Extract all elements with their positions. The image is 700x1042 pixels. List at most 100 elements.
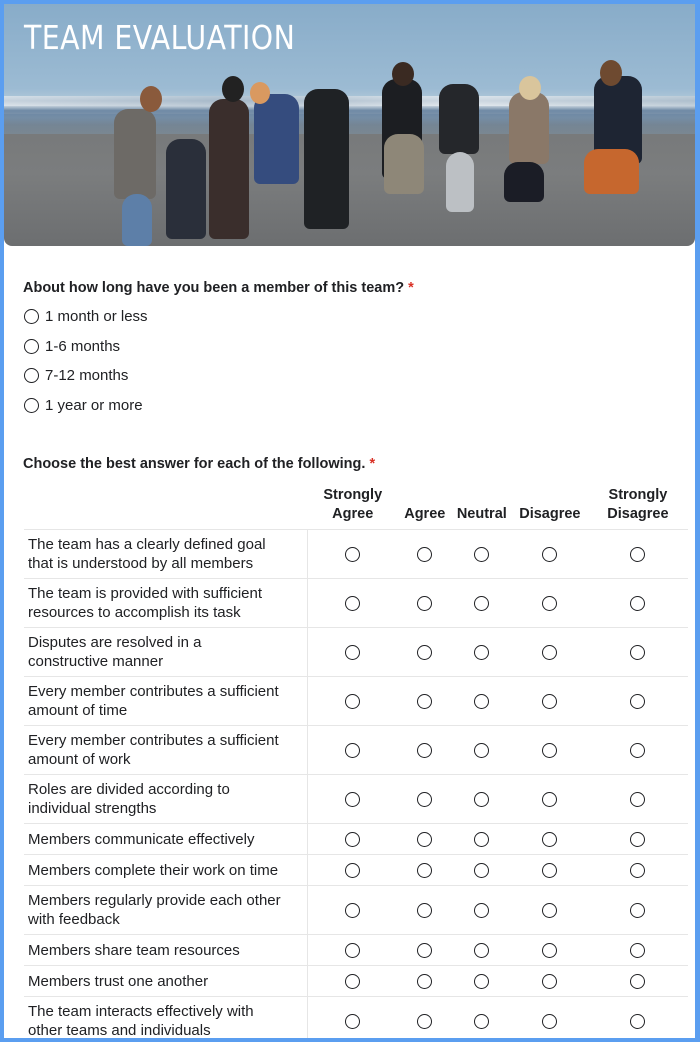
grid-cell[interactable] [451, 965, 512, 997]
grid-cell[interactable] [307, 578, 398, 628]
grid-cell[interactable] [587, 965, 688, 997]
radio-button[interactable] [630, 547, 646, 563]
grid-cell[interactable] [511, 965, 588, 997]
radio-button[interactable] [474, 694, 490, 710]
grid-cell[interactable] [511, 823, 588, 855]
radio-button[interactable] [630, 694, 646, 710]
grid-cell[interactable] [307, 676, 398, 726]
grid-cell[interactable] [587, 823, 688, 855]
radio-button[interactable] [417, 943, 433, 959]
grid-cell[interactable] [307, 725, 398, 775]
radio-button[interactable] [417, 694, 433, 710]
grid-cell[interactable] [397, 529, 452, 579]
option-7-12-months[interactable]: 7-12 months [23, 361, 414, 391]
radio-button[interactable] [417, 547, 433, 563]
radio-button[interactable] [345, 832, 361, 848]
radio-button[interactable] [542, 547, 558, 563]
radio-button[interactable] [417, 792, 433, 808]
grid-cell[interactable] [511, 996, 588, 1038]
grid-cell[interactable] [511, 934, 588, 966]
grid-cell[interactable] [587, 529, 688, 579]
radio-button[interactable] [417, 596, 433, 612]
radio-button[interactable] [474, 1014, 490, 1030]
grid-cell[interactable] [511, 854, 588, 886]
radio-button[interactable] [474, 645, 490, 661]
radio-button[interactable] [345, 1014, 361, 1030]
radio-button[interactable] [417, 743, 433, 759]
grid-cell[interactable] [511, 627, 588, 677]
radio-button[interactable] [542, 863, 558, 879]
radio-button[interactable] [345, 943, 361, 959]
radio-button[interactable] [474, 903, 490, 919]
grid-cell[interactable] [451, 578, 512, 628]
radio-button[interactable] [630, 832, 646, 848]
grid-cell[interactable] [397, 627, 452, 677]
grid-cell[interactable] [397, 934, 452, 966]
radio-button[interactable] [417, 832, 433, 848]
radio-button[interactable] [24, 338, 39, 354]
radio-button[interactable] [417, 1014, 433, 1030]
grid-cell[interactable] [511, 676, 588, 726]
radio-button[interactable] [345, 863, 361, 879]
radio-button[interactable] [345, 596, 361, 612]
radio-button[interactable] [474, 743, 490, 759]
radio-button[interactable] [630, 1014, 646, 1030]
radio-button[interactable] [542, 1014, 558, 1030]
radio-button[interactable] [474, 832, 490, 848]
grid-cell[interactable] [451, 627, 512, 677]
radio-button[interactable] [474, 974, 490, 990]
grid-cell[interactable] [307, 529, 398, 579]
radio-button[interactable] [630, 903, 646, 919]
grid-cell[interactable] [307, 965, 398, 997]
radio-button[interactable] [542, 974, 558, 990]
grid-cell[interactable] [587, 578, 688, 628]
grid-cell[interactable] [587, 934, 688, 966]
grid-cell[interactable] [451, 823, 512, 855]
grid-cell[interactable] [587, 725, 688, 775]
grid-cell[interactable] [587, 627, 688, 677]
grid-cell[interactable] [451, 996, 512, 1038]
radio-button[interactable] [542, 596, 558, 612]
radio-button[interactable] [345, 743, 361, 759]
radio-button[interactable] [630, 863, 646, 879]
radio-button[interactable] [417, 863, 433, 879]
grid-cell[interactable] [587, 854, 688, 886]
radio-button[interactable] [345, 547, 361, 563]
grid-cell[interactable] [397, 823, 452, 855]
radio-button[interactable] [542, 645, 558, 661]
radio-button[interactable] [345, 645, 361, 661]
grid-cell[interactable] [451, 676, 512, 726]
grid-cell[interactable] [307, 885, 398, 935]
grid-cell[interactable] [397, 725, 452, 775]
grid-cell[interactable] [511, 885, 588, 935]
grid-cell[interactable] [511, 725, 588, 775]
radio-button[interactable] [542, 832, 558, 848]
radio-button[interactable] [630, 974, 646, 990]
radio-button[interactable] [542, 694, 558, 710]
grid-cell[interactable] [451, 885, 512, 935]
grid-cell[interactable] [587, 996, 688, 1038]
radio-button[interactable] [345, 792, 361, 808]
radio-button[interactable] [542, 943, 558, 959]
grid-cell[interactable] [307, 823, 398, 855]
grid-cell[interactable] [587, 676, 688, 726]
grid-cell[interactable] [451, 934, 512, 966]
grid-cell[interactable] [511, 578, 588, 628]
grid-cell[interactable] [307, 934, 398, 966]
grid-cell[interactable] [587, 774, 688, 824]
radio-button[interactable] [630, 943, 646, 959]
radio-button[interactable] [542, 743, 558, 759]
radio-button[interactable] [630, 596, 646, 612]
radio-button[interactable] [417, 645, 433, 661]
grid-cell[interactable] [587, 885, 688, 935]
grid-cell[interactable] [397, 854, 452, 886]
grid-cell[interactable] [397, 578, 452, 628]
option-1-year-or-more[interactable]: 1 year or more [23, 391, 414, 421]
radio-button[interactable] [345, 974, 361, 990]
grid-cell[interactable] [451, 774, 512, 824]
grid-cell[interactable] [397, 996, 452, 1038]
radio-button[interactable] [24, 368, 39, 384]
radio-button[interactable] [630, 792, 646, 808]
radio-button[interactable] [542, 792, 558, 808]
radio-button[interactable] [474, 863, 490, 879]
